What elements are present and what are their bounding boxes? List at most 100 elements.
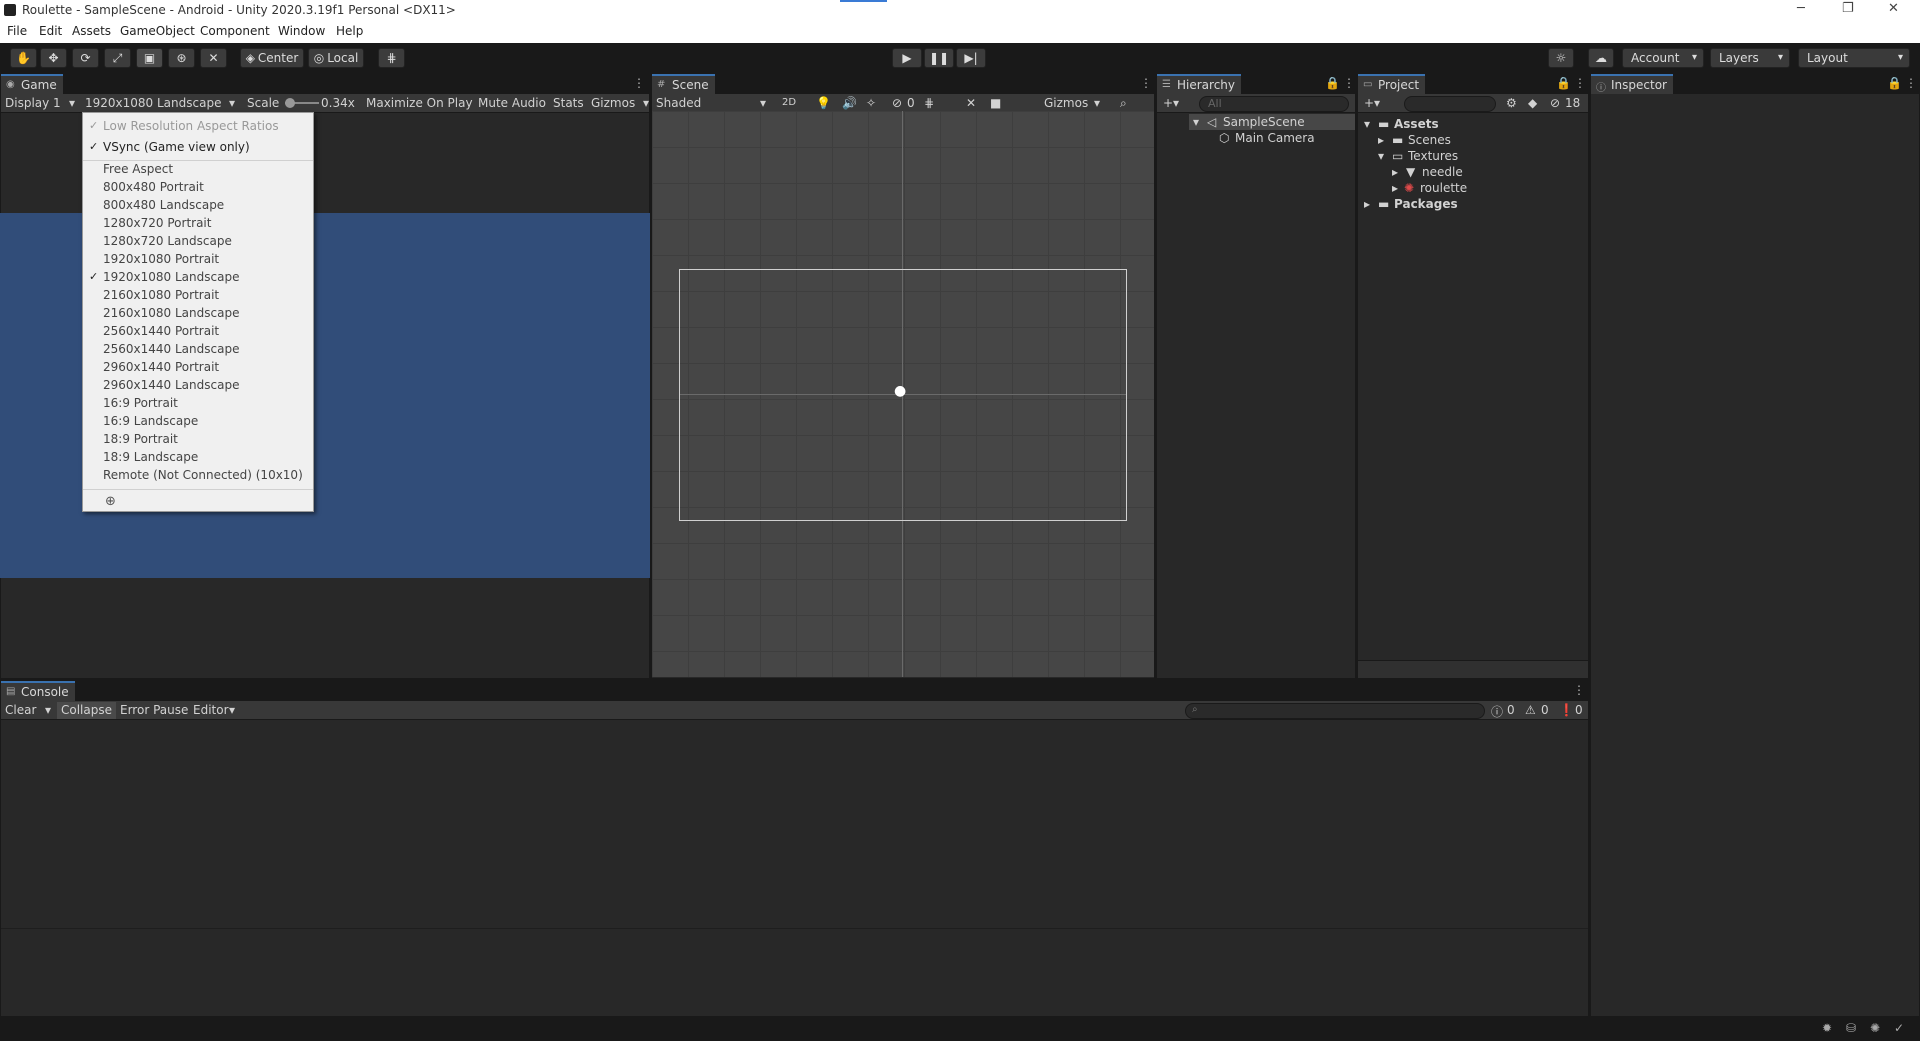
game-menu-icon[interactable]: ⋮ <box>633 76 645 90</box>
aspect-item[interactable]: 800x480 Portrait <box>103 180 204 194</box>
scene-expand-arrow[interactable]: ▾ <box>1193 115 1199 129</box>
hierarchy-item[interactable]: Main Camera <box>1235 131 1315 145</box>
console-menu-icon[interactable]: ⋮ <box>1573 683 1585 697</box>
scene-gizmos-arrow[interactable]: ▾ <box>1094 96 1100 110</box>
display-dropdown[interactable]: Display 1 <box>5 96 61 110</box>
clear-dropdown-arrow[interactable]: ▾ <box>45 703 51 717</box>
aspect-item[interactable]: 2960x1440 Landscape <box>103 378 239 392</box>
menu-assets[interactable]: Assets <box>72 24 111 38</box>
custom-tool-icon[interactable]: ✕ <box>200 48 227 68</box>
grid-snap-icon[interactable]: ⋕ <box>378 48 405 68</box>
roulette-asset[interactable]: roulette <box>1420 181 1467 195</box>
pivot-center-button[interactable]: ◈ Center <box>240 48 304 68</box>
menu-component[interactable]: Component <box>200 24 270 38</box>
project-search-input[interactable] <box>1404 96 1496 112</box>
resolution-dropdown-arrow[interactable]: ▾ <box>229 96 235 110</box>
tab-project[interactable]: ▭ Project <box>1358 74 1426 94</box>
display-dropdown-arrow[interactable]: ▾ <box>69 96 75 110</box>
add-object-button[interactable]: +▾ <box>1163 96 1179 110</box>
aspect-item[interactable]: 16:9 Landscape <box>103 414 198 428</box>
tab-scene[interactable]: # Scene <box>652 74 715 94</box>
rect-tool-icon[interactable]: ▣ <box>136 48 163 68</box>
scene-menu-icon[interactable]: ⋮ <box>1140 76 1152 90</box>
rotate-tool-icon[interactable]: ⟳ <box>72 48 99 68</box>
restore-button[interactable]: ❐ <box>1842 1 1854 16</box>
packages-expand-arrow[interactable]: ▸ <box>1364 197 1370 211</box>
step-button[interactable]: ▶| <box>956 48 986 68</box>
lock-icon[interactable]: 🔒 <box>1325 76 1340 90</box>
inspector-lock-icon[interactable]: 🔒 <box>1887 76 1902 90</box>
editor-dropdown[interactable]: Editor <box>193 703 229 717</box>
aspect-item[interactable]: 16:9 Portrait <box>103 396 178 410</box>
vsync-option[interactable]: VSync (Game view only) <box>103 140 250 154</box>
inspector-menu-icon[interactable]: ⋮ <box>1905 76 1917 90</box>
hidden-packages-icon[interactable]: ⊘ <box>1550 96 1560 110</box>
aspect-item[interactable]: 18:9 Landscape <box>103 450 198 464</box>
clear-button[interactable]: Clear <box>5 703 36 717</box>
console-search-input[interactable]: ⌕ <box>1185 703 1485 719</box>
aspect-item[interactable]: 1920x1080 Portrait <box>103 252 219 266</box>
aspect-item[interactable]: 2560x1440 Portrait <box>103 324 219 338</box>
tools-icon[interactable]: ✕ <box>966 96 976 110</box>
textures-folder[interactable]: Textures <box>1408 149 1458 163</box>
cloud-icon[interactable]: ☁ <box>1588 48 1614 68</box>
account-dropdown[interactable]: Account <box>1622 48 1704 68</box>
debug-icon[interactable]: ✺ <box>1870 1021 1880 1035</box>
gizmos-toggle[interactable]: Gizmos <box>591 96 635 110</box>
minimize-button[interactable]: ─ <box>1797 1 1805 16</box>
pivot-local-button[interactable]: ◎ Local <box>308 48 364 68</box>
aspect-item[interactable]: 1280x720 Portrait <box>103 216 211 230</box>
hierarchy-menu-icon[interactable]: ⋮ <box>1343 76 1355 90</box>
low-res-option[interactable]: Low Resolution Aspect Ratios <box>103 119 279 133</box>
aspect-item[interactable]: 2160x1080 Portrait <box>103 288 219 302</box>
scene-name[interactable]: SampleScene <box>1223 115 1305 129</box>
camera-gizmo-icon[interactable]: ● <box>894 383 906 399</box>
menu-window[interactable]: Window <box>278 24 325 38</box>
mute-audio-toggle[interactable]: Mute Audio <box>478 96 546 110</box>
menu-file[interactable]: File <box>7 24 27 38</box>
filter-label-icon[interactable]: ◆ <box>1528 96 1537 110</box>
needle-asset[interactable]: needle <box>1422 165 1463 179</box>
error-filter-icon[interactable]: ❗ <box>1559 703 1574 717</box>
close-button[interactable]: ✕ <box>1888 1 1899 16</box>
resolution-dropdown[interactable]: 1920x1080 Landscape <box>85 96 221 110</box>
assets-expand-arrow[interactable]: ▾ <box>1364 117 1370 131</box>
scale-slider-handle[interactable] <box>285 98 295 108</box>
tab-console[interactable]: ▤ Console <box>1 681 75 701</box>
project-lock-icon[interactable]: 🔒 <box>1556 76 1571 90</box>
tab-hierarchy[interactable]: ☰ Hierarchy <box>1157 74 1242 94</box>
hand-tool-icon[interactable]: ✋ <box>10 48 37 68</box>
scale-tool-icon[interactable]: ⤢ <box>104 48 131 68</box>
layers-dropdown[interactable]: Layers <box>1710 48 1790 68</box>
maximize-on-play-toggle[interactable]: Maximize On Play <box>366 96 473 110</box>
scene-view[interactable]: ● <box>652 111 1154 677</box>
aspect-item[interactable]: 800x480 Landscape <box>103 198 224 212</box>
hierarchy-search-input[interactable]: All <box>1199 96 1349 112</box>
cache-server-icon[interactable]: ⛁ <box>1846 1021 1856 1035</box>
2d-toggle[interactable]: 2D <box>782 97 796 108</box>
menu-edit[interactable]: Edit <box>39 24 62 38</box>
stats-toggle[interactable]: Stats <box>553 96 584 110</box>
menu-help[interactable]: Help <box>336 24 363 38</box>
scenes-expand-arrow[interactable]: ▸ <box>1378 133 1384 147</box>
aspect-item[interactable]: Remote (Not Connected) (10x10) <box>103 468 303 482</box>
project-menu-icon[interactable]: ⋮ <box>1574 76 1586 90</box>
aspect-item[interactable]: 2160x1080 Landscape <box>103 306 239 320</box>
tab-inspector[interactable]: ⓘ Inspector <box>1591 74 1673 94</box>
collapse-toggle[interactable]: Collapse <box>57 702 116 719</box>
aspect-item-selected[interactable]: 1920x1080 Landscape <box>103 270 239 284</box>
grid-toggle-icon[interactable]: ⋕ <box>924 96 934 110</box>
scene-search-icon[interactable]: ⌕ <box>1120 96 1127 111</box>
needle-expand-arrow[interactable]: ▸ <box>1392 165 1398 179</box>
aspect-item[interactable]: 18:9 Portrait <box>103 432 178 446</box>
play-button[interactable]: ▶ <box>892 48 922 68</box>
gizmos-dropdown-arrow[interactable]: ▾ <box>643 96 649 110</box>
editor-dropdown-arrow[interactable]: ▾ <box>229 703 235 717</box>
aspect-item[interactable]: 2560x1440 Landscape <box>103 342 239 356</box>
roulette-expand-arrow[interactable]: ▸ <box>1392 181 1398 195</box>
aspect-item[interactable]: 2960x1440 Portrait <box>103 360 219 374</box>
camera-icon[interactable]: ■ <box>990 96 1001 110</box>
menu-gameobject[interactable]: GameObject <box>120 24 195 38</box>
collab-icon[interactable]: ☼ <box>1548 48 1574 68</box>
hidden-objects-icon[interactable]: ⊘ <box>892 96 902 110</box>
